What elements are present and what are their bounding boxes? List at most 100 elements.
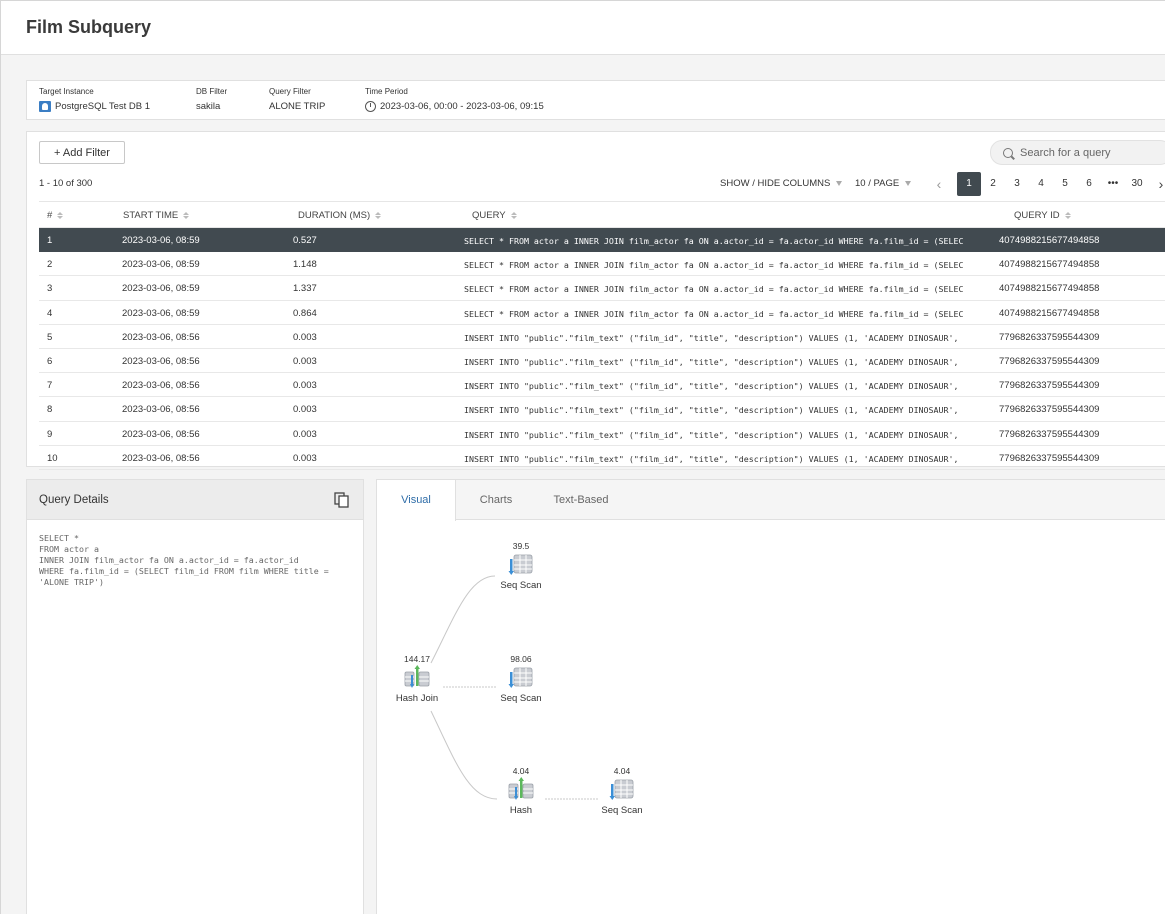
hash-join-icon[interactable]: [404, 665, 430, 689]
cell-query: INSERT INTO "public"."film_text" ("film_…: [464, 405, 959, 416]
query-details-panel: Query Details SELECT * FROM actor a INNE…: [26, 479, 364, 914]
column-header-label: START TIME: [123, 210, 179, 221]
cell-duration: 0.003: [293, 380, 317, 392]
cell-duration: 0.003: [293, 331, 317, 343]
table-row[interactable]: 10 2023-03-06, 08:56 0.003 INSERT INTO "pub…: [39, 446, 1165, 470]
page-1[interactable]: 1: [957, 172, 981, 196]
cell-start-time: 2023-03-06, 08:56: [122, 404, 200, 416]
clock-icon: [365, 101, 376, 112]
table-row[interactable]: 9 2023-03-06, 08:56 0.003 INSERT INTO "publ…: [39, 422, 1165, 446]
table-row[interactable]: 7 2023-03-06, 08:56 0.003 INSERT INTO "publ…: [39, 373, 1165, 398]
page-6[interactable]: 6: [1077, 172, 1101, 196]
pagination: ‹ 1 2 3 4 5 6 ••• 30 ›: [927, 172, 1165, 196]
table-row[interactable]: 8 2023-03-06, 08:56 0.003 INSERT INTO "publ…: [39, 397, 1165, 422]
page-3[interactable]: 3: [1005, 172, 1029, 196]
chevron-down-icon: [905, 181, 912, 186]
cell-query: INSERT INTO "public"."film_text" ("film_…: [464, 453, 959, 464]
cell-duration: 0.003: [293, 355, 317, 367]
cell-duration: 0.003: [293, 428, 317, 440]
plan-node-cost: 4.04: [613, 766, 631, 776]
seq-scan-icon[interactable]: [508, 665, 534, 689]
sort-icon: [1064, 212, 1071, 219]
cell-query-id: 4074988215677494858: [999, 259, 1100, 271]
column-header-query[interactable]: QUERY: [472, 210, 517, 221]
page: Film Subquery Target Instance PostgreSQL…: [0, 0, 1165, 914]
cell-query-id: 7796826337595544309: [999, 380, 1100, 392]
cell-query-id: 7796826337595544309: [999, 355, 1100, 367]
filter-query[interactable]: Query Filter ALONE TRIP: [269, 87, 325, 112]
filter-label: Time Period: [365, 87, 408, 96]
table-row[interactable]: 3 2023-03-06, 08:59 1.337 SELECT * FROM act…: [39, 276, 1165, 301]
page-4[interactable]: 4: [1029, 172, 1053, 196]
filter-time-period[interactable]: Time Period 2023-03-06, 00:00 - 2023-03-…: [365, 87, 544, 112]
sort-icon: [375, 212, 382, 219]
table-row[interactable]: 4 2023-03-06, 08:59 0.864 SELECT * FROM act…: [39, 301, 1165, 325]
tab-charts[interactable]: Charts: [456, 480, 536, 520]
cell-start-time: 2023-03-06, 08:59: [122, 259, 200, 271]
cell-start-time: 2023-03-06, 08:59: [122, 235, 200, 246]
cell-query-id: 7796826337595544309: [999, 452, 1100, 464]
filter-target-instance[interactable]: Target Instance PostgreSQL Test DB 1: [39, 87, 150, 112]
filter-summary-bar: Target Instance PostgreSQL Test DB 1 DB …: [26, 80, 1165, 120]
page-5[interactable]: 5: [1053, 172, 1077, 196]
page-size-dropdown[interactable]: 10 / PAGE: [855, 178, 912, 189]
column-header-query-id[interactable]: QUERY ID: [1014, 210, 1071, 221]
plan-node-label: Hash Join: [395, 693, 439, 704]
cell-start-time: 2023-03-06, 08:56: [122, 380, 200, 392]
seq-scan-icon[interactable]: [508, 552, 534, 576]
plan-node-cost: 39.5: [512, 541, 530, 551]
filter-label: Query Filter: [269, 87, 311, 96]
cell-number: 5: [47, 331, 53, 343]
filter-label: Target Instance: [39, 87, 94, 96]
plan-edge: [430, 710, 498, 800]
page-title: Film Subquery: [26, 17, 152, 37]
cell-duration: 0.527: [293, 235, 317, 246]
cell-query: SELECT * FROM actor a INNER JOIN film_ac…: [464, 236, 964, 246]
plan-node-label: Hash: [509, 805, 533, 816]
hash-icon[interactable]: [508, 777, 534, 801]
cell-query: INSERT INTO "public"."film_text" ("film_…: [464, 332, 959, 343]
page-ellipsis[interactable]: •••: [1101, 172, 1125, 196]
plan-node-label: Seq Scan: [500, 693, 542, 704]
column-header-number[interactable]: #: [47, 210, 64, 221]
cell-number: 2: [47, 259, 53, 271]
table-header: # START TIME DURATION (MS) QUERY QUERY I…: [39, 201, 1165, 228]
seq-scan-icon[interactable]: [609, 777, 635, 801]
sort-icon: [183, 212, 190, 219]
execution-plan-panel: Visual Charts Text-Based 144.17 Hash Join…: [376, 479, 1165, 914]
filter-db[interactable]: DB Filter sakila: [196, 87, 227, 112]
filter-value: ALONE TRIP: [269, 101, 326, 112]
cell-start-time: 2023-03-06, 08:56: [122, 428, 200, 440]
copy-icon[interactable]: [334, 492, 350, 508]
previous-page-button[interactable]: ‹: [927, 172, 951, 196]
sort-icon: [510, 212, 517, 219]
page-30[interactable]: 30: [1125, 172, 1149, 196]
show-hide-columns-dropdown[interactable]: SHOW / HIDE COLUMNS: [720, 178, 843, 189]
tab-visual[interactable]: Visual: [377, 480, 456, 521]
table-row[interactable]: 1 2023-03-06, 08:59 0.527 SELECT * FROM act…: [39, 228, 1165, 253]
filter-value: PostgreSQL Test DB 1: [55, 101, 151, 112]
query-details-header: Query Details: [27, 480, 363, 520]
cell-number: 7: [47, 380, 53, 392]
column-header-label: QUERY: [472, 210, 506, 221]
cell-start-time: 2023-03-06, 08:56: [122, 452, 200, 464]
table-row[interactable]: 2 2023-03-06, 08:59 1.148 SELECT * FROM act…: [39, 252, 1165, 277]
search-input[interactable]: [1020, 146, 1160, 159]
table-row[interactable]: 6 2023-03-06, 08:56 0.003 INSERT INTO "publ…: [39, 349, 1165, 374]
page-header: Film Subquery: [1, 1, 1165, 55]
table-row[interactable]: 5 2023-03-06, 08:56 0.003 INSERT INTO "publ…: [39, 325, 1165, 349]
add-filter-button[interactable]: + Add Filter: [39, 141, 125, 164]
plan-node-cost: 98.06: [510, 654, 532, 664]
cell-query-id: 7796826337595544309: [999, 404, 1100, 416]
database-icon: [39, 101, 51, 112]
next-page-button[interactable]: ›: [1149, 172, 1165, 196]
column-header-start-time[interactable]: START TIME: [123, 210, 190, 221]
cell-start-time: 2023-03-06, 08:56: [122, 355, 200, 367]
tab-text-based[interactable]: Text-Based: [536, 480, 626, 520]
filter-value: sakila: [196, 101, 221, 112]
cell-duration: 1.337: [293, 283, 317, 295]
cell-query-id: 4074988215677494858: [999, 235, 1100, 246]
search-box[interactable]: [990, 140, 1165, 165]
page-2[interactable]: 2: [981, 172, 1005, 196]
column-header-duration[interactable]: DURATION (MS): [298, 210, 382, 221]
